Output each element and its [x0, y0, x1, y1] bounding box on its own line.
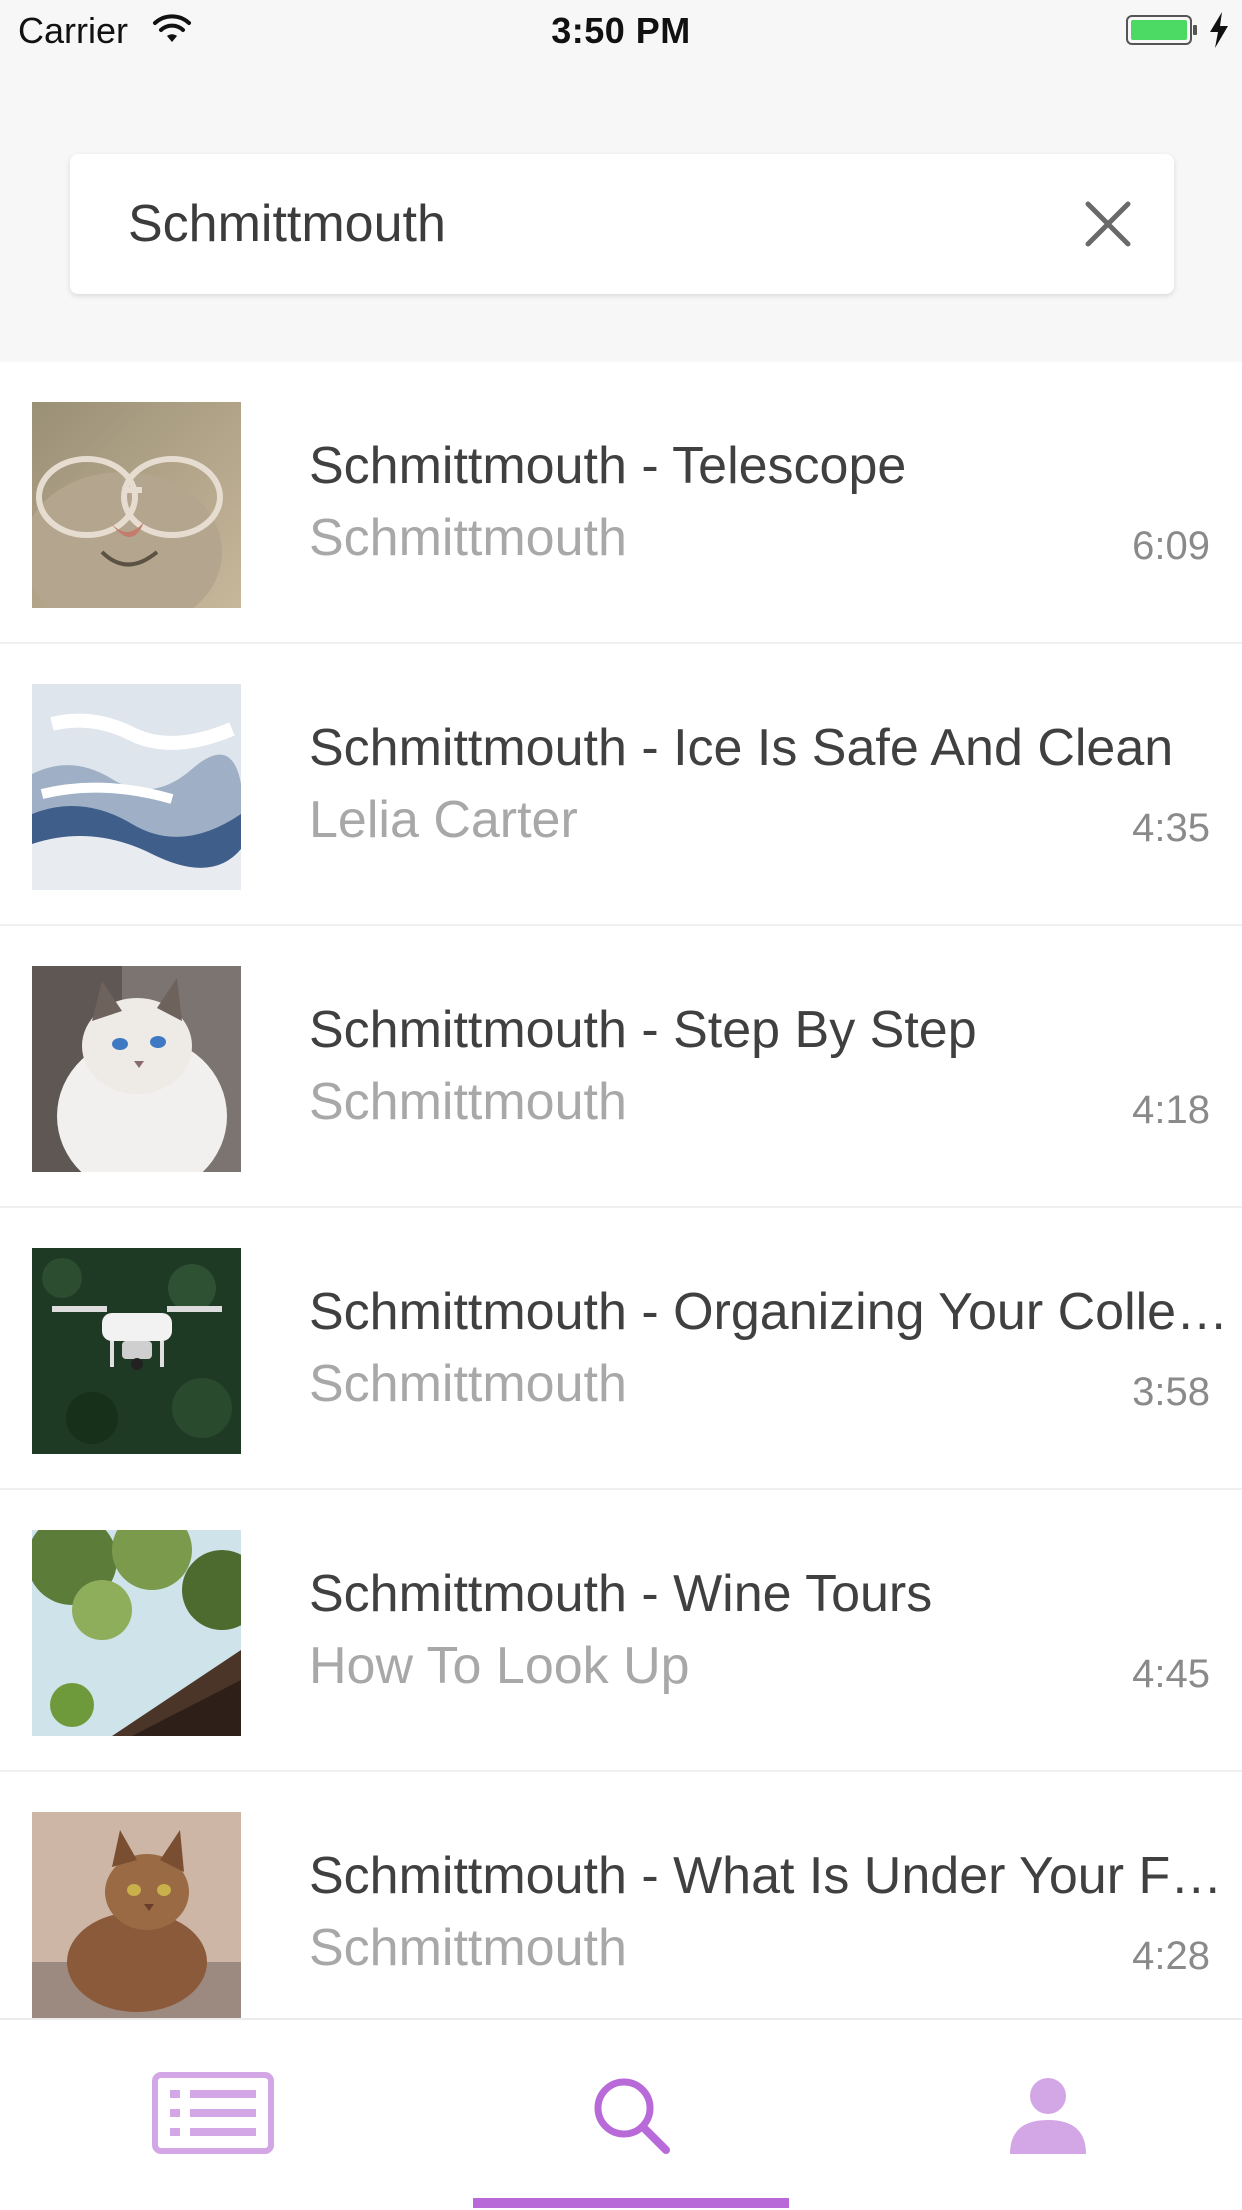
battery-charging-icon — [1126, 15, 1197, 45]
profile-icon — [1010, 2078, 1086, 2154]
album-art-snowy-mountains — [32, 684, 241, 890]
track-artist: How To Look Up — [309, 1637, 690, 1695]
list-item[interactable]: Schmittmouth - Ice Is Safe And Clean Lel… — [0, 644, 1242, 926]
list-item[interactable]: Schmittmouth - Step By Step Schmittmouth… — [0, 926, 1242, 1208]
list-icon — [152, 2072, 274, 2154]
track-title: Schmittmouth - Telescope — [309, 437, 907, 495]
tab-bar — [0, 2018, 1242, 2208]
track-title: Schmittmouth - Wine Tours — [309, 1565, 933, 1623]
close-icon[interactable] — [1080, 196, 1136, 252]
track-title: Schmittmouth - Ice Is Safe And Clean — [309, 719, 1174, 777]
track-duration: 3:58 — [1132, 1370, 1210, 1414]
album-art-drone-over-forest — [32, 1248, 241, 1454]
track-artist: Schmittmouth — [309, 1355, 627, 1413]
list-item[interactable]: Schmittmouth - What Is Under Your Feet S… — [0, 1772, 1242, 2054]
track-artist: Schmittmouth — [309, 1919, 627, 1977]
list-item[interactable]: Schmittmouth - Wine Tours How To Look Up… — [0, 1490, 1242, 1772]
track-duration: 4:18 — [1132, 1088, 1210, 1132]
track-title: Schmittmouth - Step By Step — [309, 1001, 977, 1059]
track-artist: Schmittmouth — [309, 1073, 627, 1131]
tab-list[interactable] — [0, 2020, 414, 2210]
track-duration: 4:28 — [1132, 1934, 1210, 1978]
album-art-tree-canopy — [32, 1530, 241, 1736]
list-item[interactable]: Schmittmouth - Telescope Schmittmouth 6:… — [0, 362, 1242, 644]
track-title: Schmittmouth - Organizing Your Collectio… — [309, 1283, 1229, 1341]
search-input[interactable]: Schmittmouth — [128, 154, 446, 294]
tab-profile[interactable] — [828, 2020, 1242, 2210]
tab-search[interactable] — [414, 2020, 828, 2210]
status-time: 3:50 PM — [551, 10, 691, 51]
track-duration: 4:35 — [1132, 806, 1210, 850]
charging-bolt-icon — [1210, 12, 1228, 48]
album-art-cat-with-glasses — [32, 402, 241, 608]
results-list: Schmittmouth - Telescope Schmittmouth 6:… — [0, 362, 1242, 2054]
album-art-tabby-cat — [32, 1812, 241, 2018]
track-artist: Lelia Carter — [309, 791, 578, 849]
list-item[interactable]: Schmittmouth - Organizing Your Collectio… — [0, 1208, 1242, 1490]
active-tab-indicator — [473, 2198, 789, 2208]
status-bar: Carrier 3:50 PM — [0, 0, 1242, 60]
track-artist: Schmittmouth — [309, 509, 627, 567]
track-title: Schmittmouth - What Is Under Your Feet — [309, 1847, 1229, 1905]
search-header: Schmittmouth — [0, 60, 1242, 362]
track-duration: 6:09 — [1132, 524, 1210, 568]
track-duration: 4:45 — [1132, 1652, 1210, 1696]
search-field[interactable]: Schmittmouth — [70, 154, 1174, 294]
search-icon — [594, 2078, 670, 2154]
album-art-white-cat — [32, 966, 241, 1172]
